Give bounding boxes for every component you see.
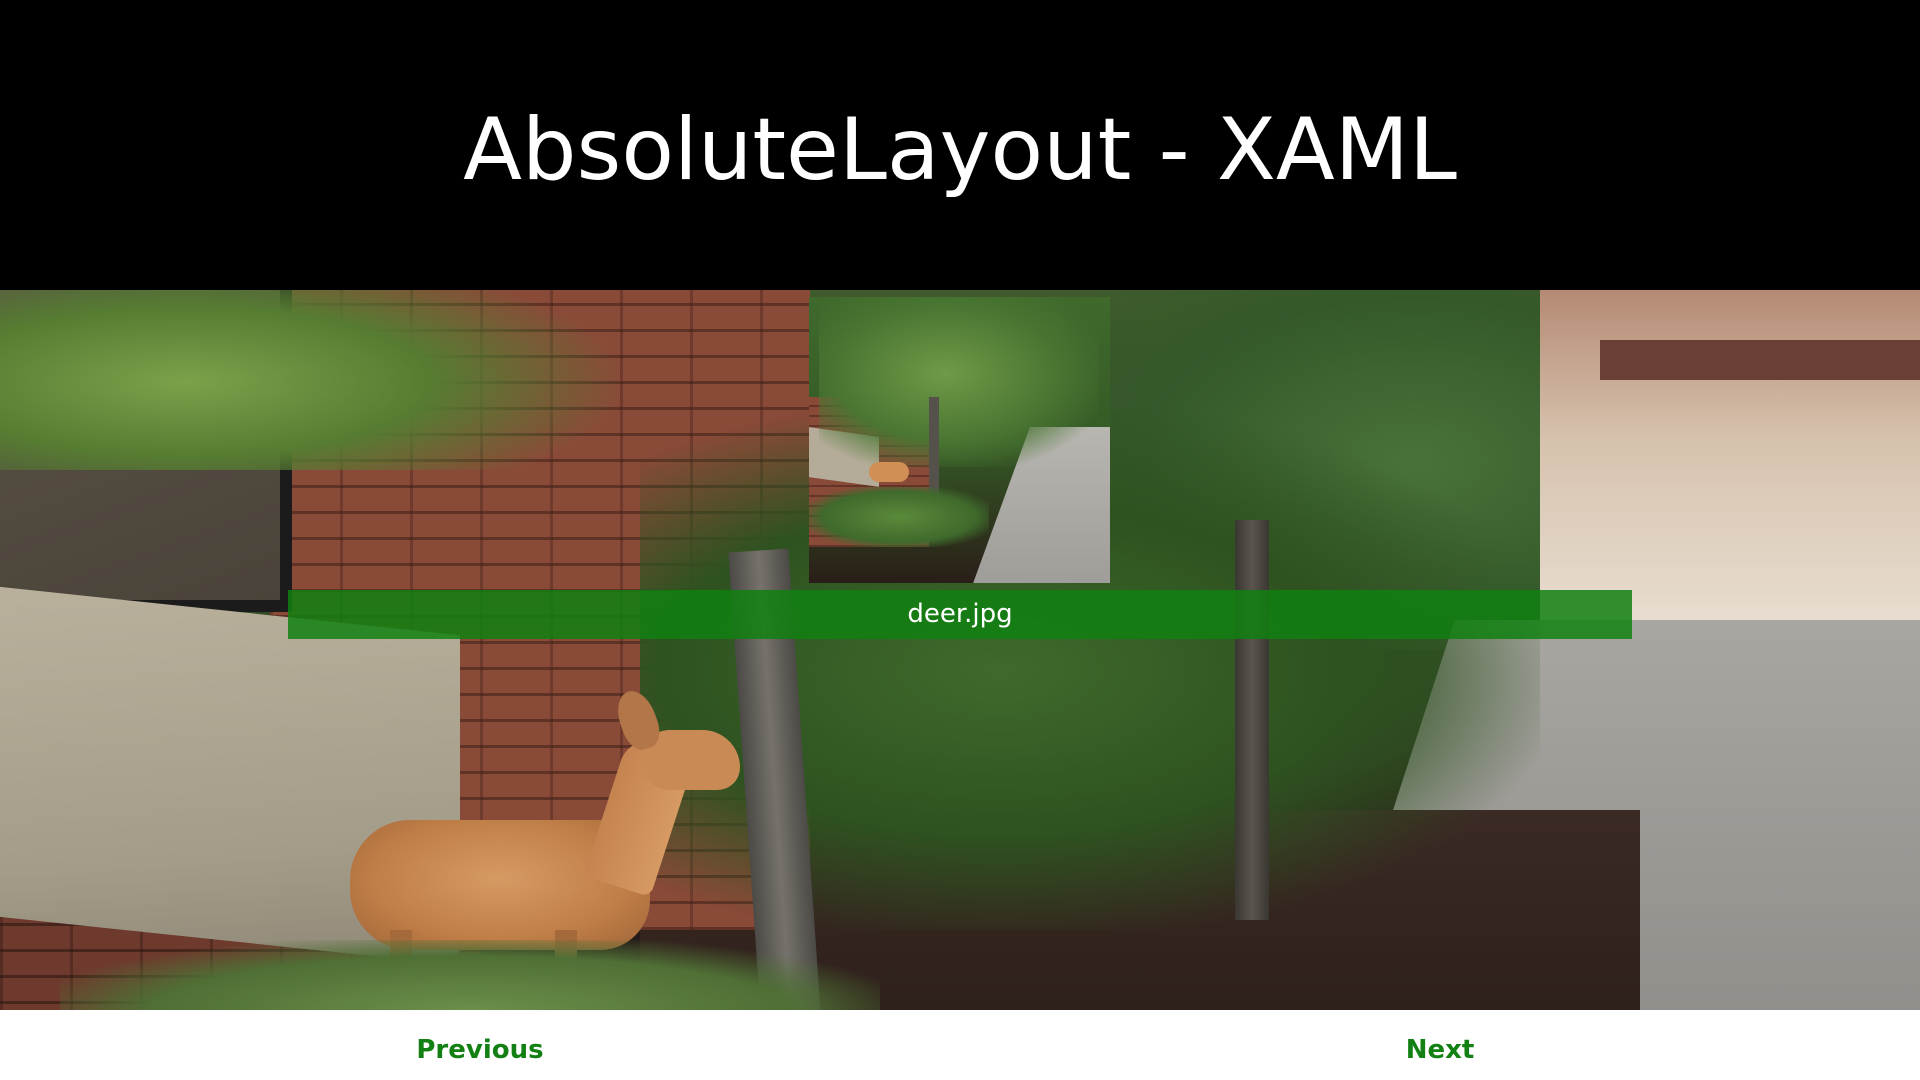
photo-front-bush — [60, 940, 880, 1010]
thumbnail-deer — [869, 462, 909, 482]
app-window: AbsoluteLayout - XAML deer.jpg Previous … — [0, 0, 1920, 1080]
thumbnail-tree — [819, 297, 1099, 467]
previous-button[interactable]: Previous — [380, 1022, 580, 1078]
next-button[interactable]: Next — [1340, 1022, 1540, 1078]
photo-arch-beam — [1600, 340, 1920, 380]
title-bar: AbsoluteLayout - XAML — [0, 0, 1920, 290]
thumbnail-image — [809, 297, 1110, 583]
photo-tree-trunk — [1235, 520, 1269, 920]
caption-bar: deer.jpg — [288, 590, 1632, 639]
thumbnail-bush — [809, 487, 989, 547]
photo-leaves — [0, 290, 620, 470]
image-filename: deer.jpg — [907, 599, 1013, 629]
page-title: AbsoluteLayout - XAML — [463, 100, 1457, 200]
